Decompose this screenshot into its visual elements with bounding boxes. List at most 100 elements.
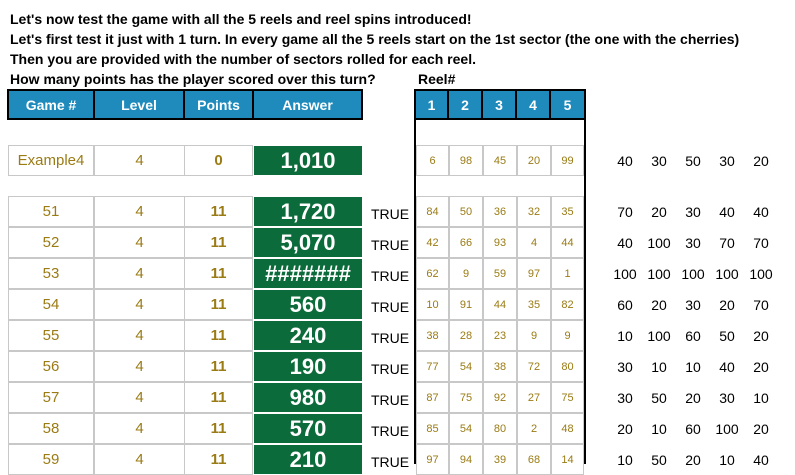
reel-cell-4[interactable]: 68 xyxy=(517,444,551,475)
score-cell-4[interactable]: 70 xyxy=(710,235,744,251)
score-cell-4[interactable]: 10 xyxy=(710,452,744,468)
reel-cell-5[interactable]: 35 xyxy=(551,196,584,227)
reel-cell-3[interactable]: 44 xyxy=(483,289,517,320)
level-cell[interactable]: 4 xyxy=(94,196,185,227)
points-cell[interactable]: 11 xyxy=(184,382,253,413)
answer-cell[interactable]: 1,720 xyxy=(253,196,363,227)
score-cell-4[interactable]: 40 xyxy=(710,204,744,220)
points-cell[interactable]: 11 xyxy=(184,413,253,444)
answer-cell[interactable]: 240 xyxy=(253,320,363,351)
level-cell[interactable]: 4 xyxy=(94,351,185,382)
score-cell-4[interactable]: 50 xyxy=(710,328,744,344)
reel-cell-2[interactable]: 66 xyxy=(449,227,483,258)
check-cell[interactable]: TRUE xyxy=(371,268,409,284)
points-cell[interactable]: 11 xyxy=(184,444,253,475)
score-cell-5[interactable]: 70 xyxy=(744,235,778,251)
reel-cell-3[interactable]: 92 xyxy=(483,382,517,413)
score-cell-5[interactable]: 20 xyxy=(744,359,778,375)
check-cell[interactable]: TRUE xyxy=(371,237,409,253)
reel-cell-1[interactable]: 6 xyxy=(416,145,449,176)
score-cell-1[interactable]: 30 xyxy=(608,359,642,375)
points-cell[interactable]: 11 xyxy=(184,320,253,351)
reel-header-1[interactable]: 1 xyxy=(414,89,449,120)
score-cell-2[interactable]: 50 xyxy=(642,390,676,406)
reel-cell-2[interactable]: 9 xyxy=(449,258,483,289)
reel-cell-1[interactable]: 97 xyxy=(416,444,449,475)
score-cell-4[interactable]: 100 xyxy=(710,266,744,282)
score-cell-3[interactable]: 30 xyxy=(676,204,710,220)
game-cell[interactable]: 55 xyxy=(8,320,94,351)
reel-cell-3[interactable]: 45 xyxy=(483,145,517,176)
reel-cell-5[interactable]: 75 xyxy=(551,382,584,413)
score-cell-2[interactable]: 30 xyxy=(642,153,676,169)
score-cell-5[interactable]: 100 xyxy=(744,266,778,282)
score-cell-1[interactable]: 60 xyxy=(608,297,642,313)
answer-cell[interactable]: 1,010 xyxy=(253,145,363,176)
level-cell[interactable]: 4 xyxy=(94,413,185,444)
score-cell-1[interactable]: 70 xyxy=(608,204,642,220)
check-cell[interactable]: TRUE xyxy=(371,392,409,408)
score-cell-5[interactable]: 40 xyxy=(744,452,778,468)
score-cell-1[interactable]: 20 xyxy=(608,421,642,437)
reel-cell-2[interactable]: 75 xyxy=(449,382,483,413)
reel-header-4[interactable]: 4 xyxy=(515,89,551,120)
score-cell-5[interactable]: 70 xyxy=(744,297,778,313)
answer-cell[interactable]: 980 xyxy=(253,382,363,413)
score-cell-2[interactable]: 10 xyxy=(642,421,676,437)
score-cell-4[interactable]: 30 xyxy=(710,153,744,169)
points-cell[interactable]: 11 xyxy=(184,196,253,227)
score-cell-4[interactable]: 100 xyxy=(710,421,744,437)
check-cell[interactable]: TRUE xyxy=(371,423,409,439)
level-cell[interactable]: 4 xyxy=(94,289,185,320)
reel-cell-5[interactable]: 9 xyxy=(551,320,584,351)
points-cell[interactable]: 11 xyxy=(184,289,253,320)
score-cell-4[interactable]: 40 xyxy=(710,359,744,375)
reel-cell-4[interactable]: 72 xyxy=(517,351,551,382)
game-cell[interactable]: 57 xyxy=(8,382,94,413)
check-cell[interactable]: TRUE xyxy=(371,330,409,346)
score-cell-1[interactable]: 40 xyxy=(608,153,642,169)
reel-cell-3[interactable]: 38 xyxy=(483,351,517,382)
reel-cell-4[interactable]: 2 xyxy=(517,413,551,444)
level-cell[interactable]: 4 xyxy=(94,320,185,351)
score-cell-1[interactable]: 30 xyxy=(608,390,642,406)
points-cell[interactable]: 11 xyxy=(184,258,253,289)
reel-cell-5[interactable]: 48 xyxy=(551,413,584,444)
score-cell-2[interactable]: 20 xyxy=(642,297,676,313)
reel-cell-5[interactable]: 14 xyxy=(551,444,584,475)
reel-cell-4[interactable]: 4 xyxy=(517,227,551,258)
reel-cell-3[interactable]: 93 xyxy=(483,227,517,258)
score-cell-5[interactable]: 40 xyxy=(744,204,778,220)
score-cell-1[interactable]: 10 xyxy=(608,328,642,344)
reel-cell-1[interactable]: 85 xyxy=(416,413,449,444)
reel-cell-1[interactable]: 77 xyxy=(416,351,449,382)
level-cell[interactable]: 4 xyxy=(94,227,185,258)
reel-cell-1[interactable]: 42 xyxy=(416,227,449,258)
score-cell-3[interactable]: 100 xyxy=(676,266,710,282)
answer-cell[interactable]: ####### xyxy=(253,258,363,289)
reel-cell-2[interactable]: 98 xyxy=(449,145,483,176)
score-cell-2[interactable]: 50 xyxy=(642,452,676,468)
reel-cell-1[interactable]: 87 xyxy=(416,382,449,413)
score-cell-3[interactable]: 60 xyxy=(676,421,710,437)
points-cell[interactable]: 11 xyxy=(184,351,253,382)
header-level[interactable]: Level xyxy=(93,89,185,120)
score-cell-5[interactable]: 20 xyxy=(744,328,778,344)
reel-cell-3[interactable]: 80 xyxy=(483,413,517,444)
reel-cell-5[interactable]: 1 xyxy=(551,258,584,289)
reel-cell-2[interactable]: 91 xyxy=(449,289,483,320)
reel-cell-2[interactable]: 54 xyxy=(449,351,483,382)
reel-cell-2[interactable]: 28 xyxy=(449,320,483,351)
score-cell-5[interactable]: 20 xyxy=(744,153,778,169)
score-cell-2[interactable]: 10 xyxy=(642,359,676,375)
points-cell[interactable]: 0 xyxy=(184,145,253,176)
score-cell-3[interactable]: 20 xyxy=(676,452,710,468)
reel-cell-2[interactable]: 54 xyxy=(449,413,483,444)
score-cell-5[interactable]: 10 xyxy=(744,390,778,406)
reel-cell-2[interactable]: 94 xyxy=(449,444,483,475)
header-points[interactable]: Points xyxy=(183,89,254,120)
score-cell-4[interactable]: 30 xyxy=(710,390,744,406)
answer-cell[interactable]: 5,070 xyxy=(253,227,363,258)
reel-cell-5[interactable]: 82 xyxy=(551,289,584,320)
reel-cell-1[interactable]: 10 xyxy=(416,289,449,320)
